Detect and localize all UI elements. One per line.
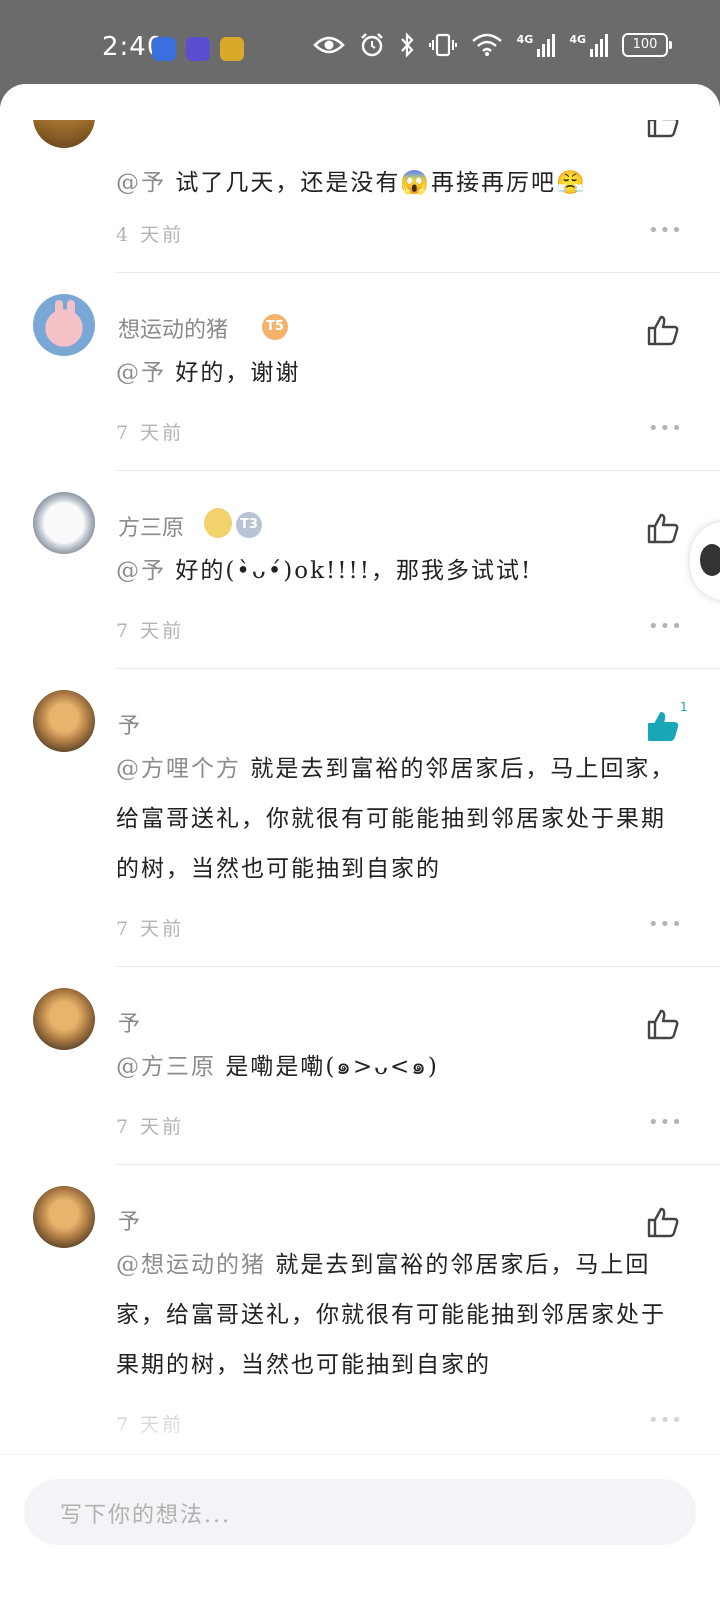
vibrate-icon (428, 33, 457, 57)
like-count: 1 (680, 700, 688, 714)
comment-item: 予 1 @方哩个方 就是去到富裕的邻居家后，马上回家，给富哥送礼，你就很有可能能… (0, 670, 720, 968)
eye-icon (312, 36, 345, 54)
comment-content: 试了几天，还是没有😱再接再厉吧😤 (175, 170, 587, 196)
comment-time: 7 天前 (116, 620, 185, 642)
comment-input[interactable]: 写下你的想法... (24, 1479, 696, 1545)
comment-input-placeholder: 写下你的想法... (60, 1503, 231, 1528)
username[interactable]: 想运动的猪 (118, 312, 228, 344)
comment-item: 予 @想运动的猪 就是去到富裕的邻居家后，马上回家，给富哥送礼，你就很有可能能抽… (0, 1166, 720, 1466)
username[interactable]: 予 (118, 708, 140, 740)
comment-time: 7 天前 (116, 1414, 185, 1436)
mention-link[interactable]: @予 (116, 170, 166, 196)
mention-link[interactable]: @予 (116, 360, 166, 386)
comment-text: @方哩个方 就是去到富裕的邻居家后，马上回家，给富哥送礼，你就很有可能能抽到邻居… (116, 744, 684, 894)
app-notification-icon-2 (186, 37, 210, 61)
app-notification-icon (152, 37, 176, 61)
comment-time: 4 天前 (116, 224, 185, 246)
comment-text: @予 好的(•̀ᴗ•́)ok!!!!，那我多试试! (116, 546, 684, 596)
more-options-icon[interactable]: ••• (648, 914, 683, 935)
comments-sheet: @予 试了几天，还是没有😱再接再厉吧😤 4 天前 ••• 想运动的猪 T5 @予… (0, 84, 720, 1600)
more-options-icon[interactable]: ••• (648, 616, 683, 637)
more-options-icon[interactable]: ••• (648, 418, 683, 439)
comment-time: 7 天前 (116, 422, 185, 444)
avatar[interactable] (33, 988, 95, 1050)
comment-text: @予 试了几天，还是没有😱再接再厉吧😤 (116, 158, 684, 208)
more-options-icon[interactable]: ••• (648, 1112, 683, 1133)
like-icon[interactable] (646, 1008, 680, 1040)
emoji-avatar-icon (204, 508, 232, 538)
mention-link[interactable]: @予 (116, 558, 166, 584)
comment-item: 予 @方三原 是嘞是嘞(๑>ᴗ<๑) 7 天前 ••• (0, 968, 720, 1166)
comment-text: @予 好的，谢谢 (116, 348, 684, 398)
comment-item: 想运动的猪 T5 @予 好的，谢谢 7 天前 ••• (0, 274, 720, 472)
divider (116, 966, 720, 967)
comment-item: @予 试了几天，还是没有😱再接再厉吧😤 4 天前 ••• (0, 84, 720, 274)
comment-time: 7 天前 (116, 918, 185, 940)
wifi-icon (471, 33, 502, 56)
divider (116, 1164, 720, 1165)
like-active-icon[interactable] (646, 710, 680, 742)
username[interactable]: 方三原 (118, 510, 184, 542)
username[interactable]: 予 (118, 1006, 140, 1038)
comment-content: 好的(•̀ᴗ•́)ok!!!!，那我多试试! (175, 558, 533, 584)
mention-link[interactable]: @想运动的猪 (116, 1252, 266, 1278)
comment-time: 7 天前 (116, 1116, 185, 1138)
alarm-icon (360, 33, 383, 57)
like-icon[interactable] (646, 314, 680, 346)
status-bar: 2:40 4G 4G 100 (0, 0, 720, 90)
more-options-icon[interactable]: ••• (648, 1410, 683, 1431)
comment-text: @方三原 是嘞是嘞(๑>ᴗ<๑) (116, 1042, 684, 1092)
comment-input-bar: 写下你的想法... (0, 1454, 720, 1600)
divider (116, 272, 720, 273)
more-options-icon[interactable]: ••• (648, 220, 683, 241)
mention-link[interactable]: @方三原 (116, 1054, 216, 1080)
level-badge: T3 (236, 512, 262, 538)
app-notification-icon-3 (220, 37, 244, 61)
avatar[interactable] (33, 492, 95, 554)
mention-link[interactable]: @方哩个方 (116, 756, 241, 782)
cellular-signal-icon-2: 4G (569, 33, 608, 57)
divider (116, 668, 720, 669)
avatar[interactable] (33, 294, 95, 356)
cellular-signal-icon: 4G (517, 33, 556, 57)
like-icon[interactable] (646, 512, 680, 544)
level-badge: T5 (262, 314, 288, 340)
username[interactable]: 予 (118, 1204, 140, 1236)
comment-content: 是嘞是嘞(๑>ᴗ<๑) (225, 1054, 439, 1080)
comment-text: @想运动的猪 就是去到富裕的邻居家后，马上回家，给富哥送礼，你就很有可能能抽到邻… (116, 1240, 684, 1390)
like-icon[interactable] (646, 1206, 680, 1238)
avatar[interactable] (33, 1186, 95, 1248)
comment-item: 方三原 T3 @予 好的(•̀ᴗ•́)ok!!!!，那我多试试! 7 天前 ••… (0, 472, 720, 670)
avatar[interactable] (33, 690, 95, 752)
divider (116, 470, 720, 471)
battery-icon: 100 (622, 33, 672, 57)
comment-content: 好的，谢谢 (175, 360, 301, 386)
bluetooth-icon (400, 32, 414, 58)
